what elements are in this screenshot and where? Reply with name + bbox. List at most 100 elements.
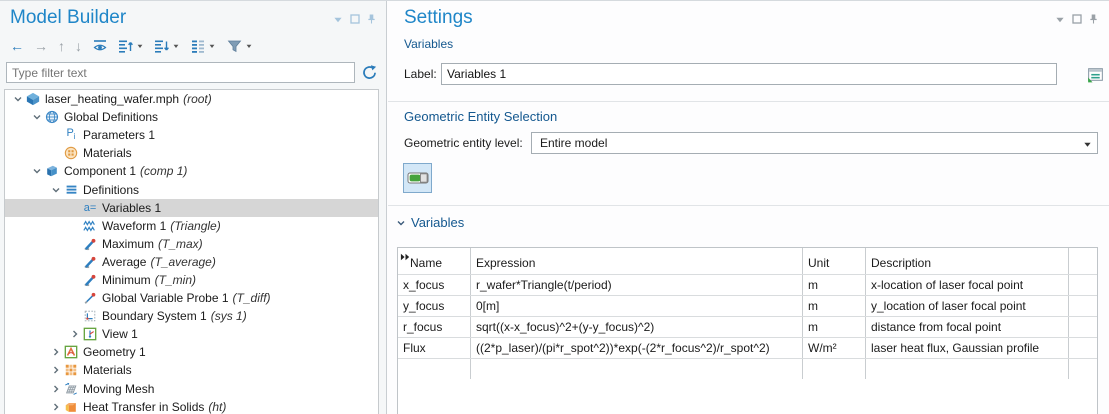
tree-item-tag: (comp 1) bbox=[140, 164, 187, 178]
tree-item-average[interactable]: Average(T_average) bbox=[5, 253, 378, 271]
refresh-icon[interactable] bbox=[361, 64, 379, 82]
variables-section-header[interactable]: Variables bbox=[396, 215, 464, 230]
model-tree-node-text-icon[interactable] bbox=[188, 37, 218, 55]
cell-description[interactable]: x-location of laser focal point bbox=[866, 275, 1069, 295]
cell-description[interactable]: laser heat flux, Gaussian profile bbox=[866, 338, 1069, 358]
cell-unit[interactable] bbox=[803, 359, 866, 379]
cell-unit[interactable]: m bbox=[803, 296, 866, 316]
tree-item-heat-transfer-in-solids[interactable]: Heat Transfer in Solids(ht) bbox=[5, 398, 378, 414]
cell-expression[interactable]: sqrt((x-x_focus)^2+(y-y_focus)^2) bbox=[471, 317, 803, 337]
table-row-r-focus[interactable]: r_focussqrt((x-x_focus)^2+(y-y_focus)^2)… bbox=[398, 316, 1097, 337]
variables-section-title: Variables bbox=[411, 215, 464, 230]
cell-spacer[interactable] bbox=[1069, 338, 1097, 358]
chevron-down-icon[interactable] bbox=[11, 92, 25, 106]
tree-item-parameters-1[interactable]: PiParameters 1 bbox=[5, 126, 378, 144]
column-header-spacer[interactable] bbox=[1069, 248, 1097, 274]
geometric-entity-level-value: Entire model bbox=[540, 136, 607, 150]
cell-description[interactable]: y_location of laser focal point bbox=[866, 296, 1069, 316]
column-header-name[interactable]: Name bbox=[398, 248, 471, 274]
cell-spacer[interactable] bbox=[1069, 359, 1097, 379]
show-icon[interactable] bbox=[90, 37, 110, 55]
collapse-icon[interactable] bbox=[116, 37, 146, 55]
tree-item-global-variable-probe-1[interactable]: Global Variable Probe 1(T_diff) bbox=[5, 289, 378, 307]
tree-item-moving-mesh[interactable]: Moving Mesh bbox=[5, 380, 378, 398]
label-input[interactable] bbox=[441, 63, 1057, 85]
geometry-icon bbox=[63, 345, 79, 360]
tree-item-materials[interactable]: Materials bbox=[5, 361, 378, 379]
table-row-x-focus[interactable]: x_focusr_wafer*Triangle(t/period)mx-loca… bbox=[398, 274, 1097, 295]
cell-name[interactable]: Flux bbox=[398, 338, 471, 358]
geometric-entity-selection-header[interactable]: Geometric Entity Selection bbox=[404, 109, 557, 124]
cell-expression[interactable] bbox=[471, 359, 803, 379]
table-row-empty[interactable] bbox=[398, 358, 1097, 379]
chevron-right-icon[interactable] bbox=[49, 345, 63, 359]
label-caption: Label: bbox=[404, 67, 441, 81]
cell-name[interactable]: x_focus bbox=[398, 275, 471, 295]
cell-spacer[interactable] bbox=[1069, 317, 1097, 337]
tree-item-definitions[interactable]: Definitions bbox=[5, 180, 378, 198]
cell-description[interactable] bbox=[866, 359, 1069, 379]
cell-unit[interactable]: m bbox=[803, 317, 866, 337]
float-icon[interactable] bbox=[1072, 14, 1082, 24]
filter-icon[interactable] bbox=[224, 37, 255, 55]
back-icon[interactable]: ← bbox=[8, 38, 26, 54]
tree-item-label: Parameters 1 bbox=[83, 128, 155, 142]
table-corner-icon[interactable] bbox=[400, 250, 411, 264]
cell-name[interactable] bbox=[398, 359, 471, 379]
chevron-spacer bbox=[68, 237, 82, 251]
column-header-description[interactable]: Description bbox=[866, 248, 1069, 274]
pin-icon[interactable] bbox=[367, 13, 376, 25]
cell-unit[interactable]: W/m² bbox=[803, 338, 866, 358]
cell-unit[interactable]: m bbox=[803, 275, 866, 295]
expand-icon[interactable] bbox=[152, 37, 182, 55]
tree-item-materials[interactable]: Materials bbox=[5, 144, 378, 162]
rename-icon[interactable] bbox=[1083, 62, 1107, 86]
tree-item-tag: (sys 1) bbox=[211, 309, 247, 323]
cell-name[interactable]: y_focus bbox=[398, 296, 471, 316]
float-icon[interactable] bbox=[350, 14, 360, 24]
tree-item-view-1[interactable]: View 1 bbox=[5, 325, 378, 343]
cell-description[interactable]: distance from focal point bbox=[866, 317, 1069, 337]
tree-item-variables-1[interactable]: a=Variables 1 bbox=[5, 199, 378, 217]
cell-expression[interactable]: ((2*p_laser)/(pi*r_spot^2))*exp(-(2*r_fo… bbox=[471, 338, 803, 358]
cell-spacer[interactable] bbox=[1069, 275, 1097, 295]
cell-name[interactable]: r_focus bbox=[398, 317, 471, 337]
table-row-flux[interactable]: Flux((2*p_laser)/(pi*r_spot^2))*exp(-(2*… bbox=[398, 337, 1097, 358]
down-icon[interactable]: ↓ bbox=[73, 38, 84, 54]
chevron-right-icon[interactable] bbox=[49, 363, 63, 377]
chevron-right-icon[interactable] bbox=[49, 400, 63, 414]
column-header-expression[interactable]: Expression bbox=[471, 248, 803, 274]
tree-item-maximum[interactable]: Maximum(T_max) bbox=[5, 235, 378, 253]
tree-item-component-1[interactable]: Component 1(comp 1) bbox=[5, 162, 378, 180]
chevron-down-icon[interactable] bbox=[30, 164, 44, 178]
tree-item-label: Boundary System 1 bbox=[102, 309, 207, 323]
cell-expression[interactable]: 0[m] bbox=[471, 296, 803, 316]
forward-icon[interactable]: → bbox=[32, 38, 50, 54]
column-header-label: Expression bbox=[476, 256, 535, 270]
pin-icon[interactable] bbox=[1089, 13, 1098, 25]
tree-item-boundary-system-1[interactable]: Boundary System 1 (sys 1) bbox=[5, 307, 378, 325]
chevron-right-icon[interactable] bbox=[68, 327, 82, 341]
tree-item-waveform-1[interactable]: Waveform 1(Triangle) bbox=[5, 217, 378, 235]
tree-item-geometry-1[interactable]: Geometry 1 bbox=[5, 343, 378, 361]
chevron-down-icon[interactable] bbox=[49, 183, 63, 197]
tree-item-tag: (T_min) bbox=[155, 273, 196, 287]
geometric-entity-level-select[interactable]: Entire model bbox=[531, 132, 1098, 154]
active-toggle-button[interactable] bbox=[403, 163, 432, 193]
up-icon[interactable]: ↑ bbox=[56, 38, 67, 54]
window-menu-icon[interactable] bbox=[1055, 15, 1065, 24]
cell-spacer[interactable] bbox=[1069, 296, 1097, 316]
column-header-unit[interactable]: Unit bbox=[803, 248, 866, 274]
chevron-right-icon[interactable] bbox=[49, 382, 63, 396]
tree-filter-input[interactable] bbox=[6, 62, 355, 83]
tree-item-laser-heating-wafer-mph[interactable]: laser_heating_wafer.mph(root) bbox=[5, 90, 378, 108]
chevron-down-icon bbox=[1083, 140, 1092, 149]
label-row: Label: bbox=[404, 63, 1057, 85]
window-menu-icon[interactable] bbox=[333, 15, 343, 24]
tree-item-tag: (T_average) bbox=[150, 255, 215, 269]
table-row-y-focus[interactable]: y_focus0[m]my_location of laser focal po… bbox=[398, 295, 1097, 316]
tree-item-minimum[interactable]: Minimum(T_min) bbox=[5, 271, 378, 289]
tree-item-global-definitions[interactable]: Global Definitions bbox=[5, 108, 378, 126]
chevron-down-icon[interactable] bbox=[30, 110, 44, 124]
cell-expression[interactable]: r_wafer*Triangle(t/period) bbox=[471, 275, 803, 295]
